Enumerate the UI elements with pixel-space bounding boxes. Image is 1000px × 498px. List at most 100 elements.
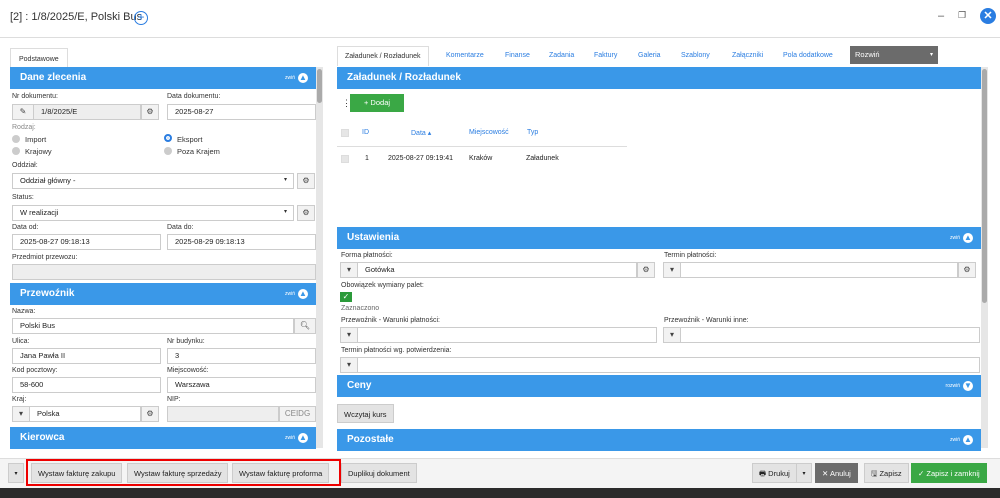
- kod-field[interactable]: 58-600: [12, 377, 161, 393]
- restore-button[interactable]: ❐: [958, 10, 966, 21]
- forma-platnosci-select[interactable]: Gotówka: [357, 262, 637, 278]
- miejscowosc-field[interactable]: Warszawa: [167, 377, 316, 393]
- nip-field[interactable]: [167, 406, 279, 422]
- nr-budynku-field[interactable]: 3: [167, 348, 316, 364]
- minimize-button[interactable]: –: [938, 10, 944, 22]
- section-title: Pozostałe: [347, 434, 394, 445]
- ceidg-button[interactable]: CEIDG: [279, 406, 316, 422]
- tab-zadania[interactable]: Zadania: [549, 46, 574, 66]
- nr-budynku-label: Nr budynku:: [167, 338, 205, 345]
- duplikuj-dokument-button[interactable]: Duplikuj dokument: [341, 463, 417, 483]
- chevron-down-icon[interactable]: ▾: [796, 463, 812, 483]
- chevron-down-icon[interactable]: ▾: [12, 406, 30, 422]
- zaznaczono-text: Zaznaczono: [341, 305, 380, 312]
- przedmiot-field[interactable]: [12, 264, 316, 280]
- nazwa-field[interactable]: Polski Bus: [12, 318, 294, 334]
- column-header-id[interactable]: ID: [362, 129, 369, 136]
- add-button[interactable]: + Dodaj: [350, 94, 404, 112]
- chevron-up-icon: ▲: [963, 434, 973, 445]
- termin-potwierdzenia-select[interactable]: [357, 357, 980, 373]
- select-all-checkbox[interactable]: [341, 129, 349, 137]
- chevron-down-icon[interactable]: ▾: [663, 327, 681, 343]
- chevron-down-icon[interactable]: ▾: [340, 357, 358, 373]
- cell-data: 2025-08-27 09:19:41: [388, 155, 453, 162]
- termin-platnosci-select[interactable]: [680, 262, 958, 278]
- gear-icon[interactable]: ⚙: [141, 104, 159, 120]
- column-header-typ[interactable]: Typ: [527, 129, 538, 136]
- kraj-select[interactable]: Polska: [29, 406, 141, 422]
- tab-faktury[interactable]: Faktury: [594, 46, 617, 66]
- radio-poza-krajem[interactable]: [164, 147, 172, 155]
- tab-galeria[interactable]: Galeria: [638, 46, 661, 66]
- collapse-toggle[interactable]: zwiń ▲: [285, 283, 308, 305]
- ulica-field[interactable]: Jana Pawła II: [12, 348, 161, 364]
- column-header-data[interactable]: Data ▴: [411, 129, 431, 137]
- cancel-button[interactable]: ✕ Anuluj: [815, 463, 858, 483]
- search-icon[interactable]: 🔍︎: [294, 318, 316, 334]
- rodzaj-label: Rodzaj:: [12, 124, 36, 131]
- wczytaj-kurs-button[interactable]: Wczytaj kurs: [337, 404, 394, 423]
- tab-komentarze[interactable]: Komentarze: [446, 46, 484, 66]
- section-ustawienia[interactable]: Ustawienia zwiń ▲: [337, 227, 981, 249]
- chevron-down-icon: ▾: [284, 209, 288, 215]
- section-pozostale[interactable]: Pozostałe zwiń ▲: [337, 429, 981, 451]
- nr-dokumentu-field[interactable]: 1/8/2025/E: [33, 104, 141, 120]
- status-select[interactable]: W realizacji: [12, 205, 294, 221]
- add-icon[interactable]: +: [134, 11, 148, 25]
- collapse-toggle[interactable]: zwiń ▲: [950, 227, 973, 249]
- collapse-toggle[interactable]: zwiń ▲: [950, 429, 973, 451]
- wymiana-palet-checkbox[interactable]: ✓: [340, 292, 352, 302]
- edit-icon[interactable]: ✎: [12, 104, 34, 120]
- section-kierowca[interactable]: Kierowca zwiń ▲: [10, 427, 316, 449]
- gear-icon[interactable]: ⚙: [637, 262, 655, 278]
- tab-szablony[interactable]: Szablony: [681, 46, 710, 66]
- save-and-close-button[interactable]: ✓ Zapisz i zamknij: [911, 463, 987, 483]
- data-dokumentu-field[interactable]: 2025-08-27: [167, 104, 316, 120]
- left-scrollbar[interactable]: [316, 67, 323, 448]
- section-przewoznik[interactable]: Przewoźnik zwiń ▲: [10, 283, 316, 305]
- tab-pola-dodatkowe[interactable]: Pola dodatkowe: [783, 46, 833, 66]
- oddzial-select[interactable]: Oddział główny -: [12, 173, 294, 189]
- expand-toggle[interactable]: rozwiń ▼: [946, 375, 973, 397]
- close-button[interactable]: ✕: [980, 8, 996, 24]
- data-do-field[interactable]: 2025-08-29 09:18:13: [167, 234, 316, 250]
- ulica-label: Ulica:: [12, 338, 30, 345]
- warunki-platnosci-select[interactable]: [357, 327, 657, 343]
- data-od-field[interactable]: 2025-08-27 09:18:13: [12, 234, 161, 250]
- column-header-miejscowosc[interactable]: Miejscowość: [469, 129, 509, 136]
- scroll-thumb[interactable]: [317, 69, 322, 103]
- section-title: Przewoźnik: [20, 288, 75, 299]
- collapse-toggle[interactable]: zwiń ▲: [285, 67, 308, 89]
- gear-icon[interactable]: ⚙: [141, 406, 159, 422]
- rozwin-label: Rozwiń: [855, 50, 880, 59]
- rozwin-dropdown[interactable]: Rozwiń ▾: [850, 46, 938, 64]
- save-button[interactable]: 🖫 Zapisz: [864, 463, 909, 483]
- chevron-down-icon: ▾: [929, 52, 933, 58]
- row-checkbox[interactable]: [341, 155, 349, 163]
- tab-finanse[interactable]: Finanse: [505, 46, 530, 66]
- gear-icon[interactable]: ⚙: [297, 205, 315, 221]
- radio-eksport[interactable]: [164, 134, 172, 142]
- warunki-inne-label: Przewoźnik - Warunki inne:: [664, 317, 749, 324]
- chevron-down-icon[interactable]: ▾: [8, 463, 24, 483]
- section-ceny[interactable]: Ceny rozwiń ▼: [337, 375, 981, 397]
- chevron-up-icon: ▲: [298, 72, 308, 83]
- scroll-thumb[interactable]: [982, 69, 987, 303]
- radio-krajowy[interactable]: [12, 147, 20, 155]
- window-title: [2] : 1/8/2025/E, Polski Bus: [10, 11, 143, 23]
- collapse-toggle[interactable]: zwiń ▲: [285, 427, 308, 449]
- tab-zalaczniki[interactable]: Załączniki: [732, 46, 763, 66]
- gear-icon[interactable]: ⚙: [297, 173, 315, 189]
- section-title: Załadunek / Rozładunek: [347, 72, 461, 83]
- print-button[interactable]: 🖶 Drukuj: [752, 463, 797, 483]
- chevron-down-icon[interactable]: ▾: [340, 262, 358, 278]
- radio-import[interactable]: [12, 135, 20, 143]
- tab-zaladunek[interactable]: Załadunek / Rozładunek: [337, 46, 429, 66]
- nazwa-label: Nazwa:: [12, 308, 36, 315]
- gear-icon[interactable]: ⚙: [958, 262, 976, 278]
- right-scrollbar[interactable]: [981, 67, 988, 448]
- section-dane-zlecenia[interactable]: Dane zlecenia zwiń ▲: [10, 67, 316, 89]
- chevron-down-icon[interactable]: ▾: [663, 262, 681, 278]
- warunki-inne-select[interactable]: [680, 327, 980, 343]
- chevron-down-icon[interactable]: ▾: [340, 327, 358, 343]
